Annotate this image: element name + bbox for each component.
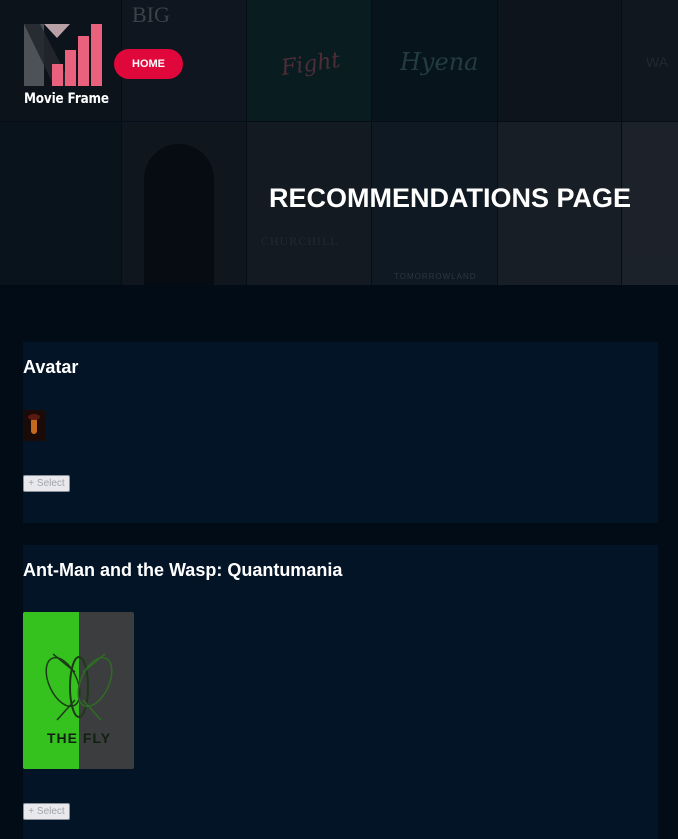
select-button[interactable]: + Select <box>23 475 70 492</box>
poster-figure <box>31 418 37 434</box>
logo-mark-icon <box>24 24 102 86</box>
movie-title: Ant-Man and the Wasp: Quantumania <box>23 560 343 580</box>
page-title: RECOMMENDATIONS PAGE <box>268 183 631 213</box>
recommendation-card: Avatar + Select <box>23 342 658 523</box>
logo-text: Movie Frame <box>24 91 109 107</box>
poster-glow <box>28 414 40 420</box>
hero-banner: BIG Fight Hyena WA CHURCHILL TOMORROWLAN… <box>0 0 678 285</box>
movie-poster[interactable] <box>23 410 45 441</box>
select-button[interactable]: + Select <box>23 803 70 820</box>
movie-title: Avatar <box>23 357 79 377</box>
recommendation-card: Ant-Man and the Wasp: Quantumania THE FL… <box>23 545 658 839</box>
movie-poster[interactable]: THE FLY <box>23 612 134 769</box>
home-button[interactable]: HOME <box>114 49 183 79</box>
logo[interactable]: Movie Frame <box>24 20 109 110</box>
poster-title-text: THE FLY <box>47 730 112 746</box>
